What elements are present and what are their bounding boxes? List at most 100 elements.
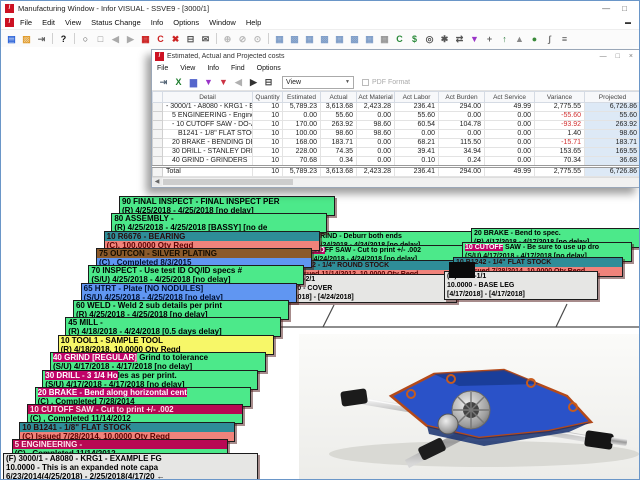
manufacturing-window: / Manufacturing Window - Infor VISUAL - … bbox=[0, 0, 640, 480]
clear-filter-icon[interactable]: ▼ bbox=[216, 75, 231, 89]
dialog-menu-view[interactable]: View bbox=[180, 65, 195, 72]
table-row[interactable]: 40 GRIND - GRINDERS1070.680.340.000.100.… bbox=[153, 157, 640, 167]
row-selector[interactable] bbox=[153, 139, 163, 148]
material-grid-icon[interactable]: ▦ bbox=[302, 32, 317, 46]
horizontal-scrollbar[interactable]: ◀ bbox=[152, 177, 639, 187]
row-selector[interactable] bbox=[153, 121, 163, 130]
total-row[interactable]: Total105,789.233,613.682,423.28236.41294… bbox=[153, 167, 640, 177]
dialog-minimize-button[interactable]: — bbox=[600, 53, 607, 60]
pdf-format-checkbox[interactable]: PDF Format bbox=[362, 79, 410, 86]
mail-icon[interactable]: ✉ bbox=[198, 32, 213, 46]
menu-options[interactable]: Options bbox=[173, 18, 199, 27]
menu-help[interactable]: Help bbox=[246, 18, 261, 27]
column-header-act-labor[interactable]: Act Labor bbox=[395, 92, 439, 103]
dialog-menu-info[interactable]: Info bbox=[207, 65, 219, 72]
menu-view[interactable]: View bbox=[65, 18, 81, 27]
table-row[interactable]: - 10 CUTOFF SAW - DO-AL10170.00263.9298.… bbox=[153, 121, 640, 130]
value-cell: 60.54 bbox=[395, 121, 439, 130]
excel-export-icon[interactable]: X bbox=[171, 75, 186, 89]
document-search-icon[interactable]: ◎ bbox=[422, 32, 437, 46]
column-header-act-burden[interactable]: Act Burden bbox=[439, 92, 485, 103]
card-line: 5 ENGINEERING - bbox=[13, 440, 227, 449]
print-icon[interactable]: ⊟ bbox=[261, 75, 276, 89]
row-selector[interactable] bbox=[153, 103, 163, 112]
column-header-quantity[interactable]: Quantity bbox=[253, 92, 283, 103]
vendor-grid-icon[interactable]: ▩ bbox=[347, 32, 362, 46]
labor-grid-icon[interactable]: ▦ bbox=[332, 32, 347, 46]
menu-info[interactable]: Info bbox=[151, 18, 164, 27]
menu-window[interactable]: Window bbox=[209, 18, 236, 27]
row-selector[interactable] bbox=[153, 130, 163, 139]
engineering-icon[interactable]: ✱ bbox=[437, 32, 452, 46]
table-row[interactable]: 5 ENGINEERING - Engineer100.0055.600.005… bbox=[153, 112, 640, 121]
globe-icon[interactable]: ● bbox=[527, 32, 542, 46]
row-selector[interactable] bbox=[153, 148, 163, 157]
filter-icon[interactable]: ▼ bbox=[467, 32, 482, 46]
scroll-left-icon[interactable]: ◀ bbox=[152, 178, 162, 186]
row-selector[interactable] bbox=[153, 167, 163, 177]
work-order-card[interactable]: (F) 3000/1 - A8080 - KRG1 - EXAMPLE FG10… bbox=[3, 453, 258, 480]
maximize-button[interactable]: □ bbox=[622, 4, 627, 13]
transfer-icon[interactable]: ⇄ bbox=[452, 32, 467, 46]
dialog-maximize-button[interactable]: □ bbox=[616, 53, 620, 60]
refresh-icon[interactable]: C bbox=[153, 32, 168, 46]
operations-grid-icon[interactable]: ▩ bbox=[317, 32, 332, 46]
attachment-icon[interactable]: ∫ bbox=[542, 32, 557, 46]
value-cell: 98.60 bbox=[357, 130, 395, 139]
table-icon[interactable]: ▦ bbox=[377, 32, 392, 46]
scheduling-grid-icon[interactable]: ▦ bbox=[272, 32, 287, 46]
column-header-detail[interactable]: Detail bbox=[163, 92, 253, 103]
toolbar-separator bbox=[74, 33, 75, 44]
menu-status-change[interactable]: Status Change bbox=[91, 18, 141, 27]
orders-grid-icon[interactable]: ▦ bbox=[362, 32, 377, 46]
column-header-act-material[interactable]: Act Material bbox=[357, 92, 395, 103]
row-selector[interactable] bbox=[153, 112, 163, 121]
column-header-estimated[interactable]: Estimated bbox=[283, 92, 321, 103]
column-header-variance[interactable]: Variance bbox=[535, 92, 585, 103]
pin-icon[interactable]: ▲ bbox=[512, 32, 527, 46]
exit-icon[interactable]: ⇥ bbox=[34, 32, 49, 46]
column-header-projected[interactable]: Projected bbox=[585, 92, 640, 103]
copy-document-icon[interactable]: □ bbox=[93, 32, 108, 46]
next-icon[interactable]: ▶ bbox=[123, 32, 138, 46]
search-icon[interactable]: ○ bbox=[78, 32, 93, 46]
currency-icon[interactable]: $ bbox=[407, 32, 422, 46]
open-folder-icon[interactable]: ▨ bbox=[19, 32, 34, 46]
print-icon[interactable]: ⊟ bbox=[183, 32, 198, 46]
menu-file[interactable]: File bbox=[20, 18, 32, 27]
tools-icon[interactable]: + bbox=[482, 32, 497, 46]
up-arrow-icon[interactable]: ↑ bbox=[497, 32, 512, 46]
help-icon[interactable]: ? bbox=[56, 32, 71, 46]
next-icon[interactable]: ▶ bbox=[246, 75, 261, 89]
minimize-button[interactable]: — bbox=[602, 4, 610, 13]
table-row[interactable]: 30 DRILL - STANLEY DRILL10228.0074.350.0… bbox=[153, 148, 640, 157]
table-row[interactable]: 20 BRAKE - BENDING DEP10168.00183.710.00… bbox=[153, 139, 640, 148]
column-header-act-service[interactable]: Act Service bbox=[485, 92, 535, 103]
column-header-actual[interactable]: Actual bbox=[321, 92, 357, 103]
copy-link-icon[interactable]: ⊘ bbox=[235, 32, 250, 46]
dialog-menu-find[interactable]: Find bbox=[231, 65, 245, 72]
dialog-close-button[interactable]: × bbox=[629, 53, 633, 60]
properties-icon[interactable]: ≡ bbox=[557, 32, 572, 46]
menu-edit[interactable]: Edit bbox=[42, 18, 55, 27]
link-icon[interactable]: ⊕ bbox=[220, 32, 235, 46]
dialog-menu-file[interactable]: File bbox=[157, 65, 168, 72]
scrollbar-thumb[interactable] bbox=[163, 179, 293, 185]
previous-icon[interactable]: ◀ bbox=[108, 32, 123, 46]
table-row[interactable]: B1241 - 1/8" FLAT STOCK10100.0098.6098.6… bbox=[153, 130, 640, 139]
close-document-icon[interactable]: ✖ bbox=[168, 32, 183, 46]
resource-grid-icon[interactable]: ▩ bbox=[287, 32, 302, 46]
mdi-restore-icon[interactable]: ▬ bbox=[625, 20, 631, 26]
delete-icon[interactable]: ▦ bbox=[138, 32, 153, 46]
table-row[interactable]: - 3000/1 - A8080 - KRG1 - E105,789.233,6… bbox=[153, 103, 640, 112]
dialog-menu-options[interactable]: Options bbox=[257, 65, 281, 72]
chart-icon[interactable]: ▆ bbox=[186, 75, 201, 89]
exit-icon[interactable]: ⇥ bbox=[156, 75, 171, 89]
previous-icon[interactable]: ◀ bbox=[231, 75, 246, 89]
filter-icon[interactable]: ▼ bbox=[201, 75, 216, 89]
note-icon[interactable]: ⊙ bbox=[250, 32, 265, 46]
view-dropdown[interactable]: View ▼ bbox=[282, 76, 354, 89]
row-selector[interactable] bbox=[153, 157, 163, 167]
costs-icon[interactable]: C bbox=[392, 32, 407, 46]
new-document-icon[interactable]: ▤ bbox=[4, 32, 19, 46]
